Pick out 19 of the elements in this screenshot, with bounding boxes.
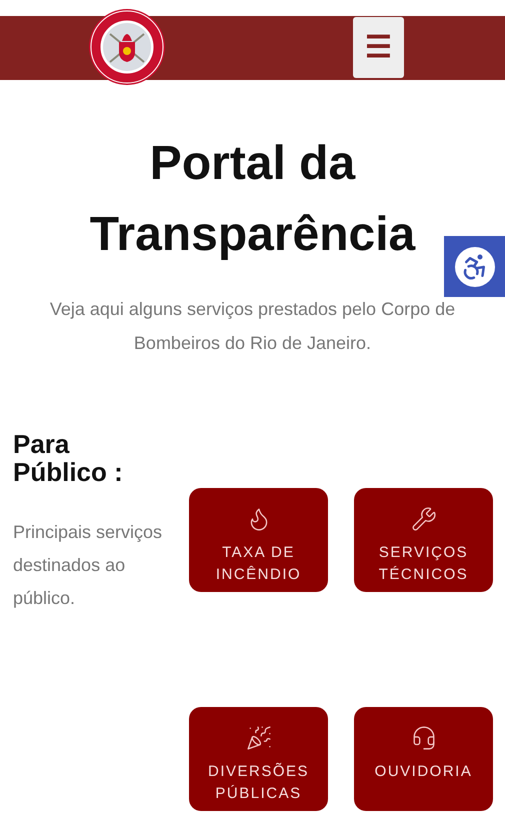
accessibility-icon [454,246,494,286]
page-title: Portal da Transparência [88,136,416,263]
service-label: DIVERSÕES PÚBLICAS [206,762,310,804]
menu-button[interactable]: ☰ [353,17,404,78]
service-label: OUVIDORIA [374,762,474,782]
section-heading: Para Público : [13,430,124,486]
wrench-icon [410,506,436,532]
emblem-logo[interactable] [88,8,166,86]
page-subtitle: Veja aqui alguns serviços prestados pelo Corpo de Bombeiros do Rio de Janeiro. [48,298,456,355]
service-card[interactable]: SERVIÇOS TÉCNICOS [354,488,493,592]
headset-icon [410,725,436,751]
service-label: SERVIÇOS TÉCNICOS [378,543,470,585]
accessibility-button[interactable] [444,236,505,297]
service-card[interactable]: TAXA DE INCÊNDIO [189,488,328,592]
party-popper-icon [246,725,272,751]
service-label: TAXA DE INCÊNDIO [214,543,302,585]
section-description: Principais serviços destinados ao público. [13,521,163,610]
service-card[interactable]: DIVERSÕES PÚBLICAS [189,707,328,811]
service-card[interactable]: OUVIDORIA [354,707,493,811]
